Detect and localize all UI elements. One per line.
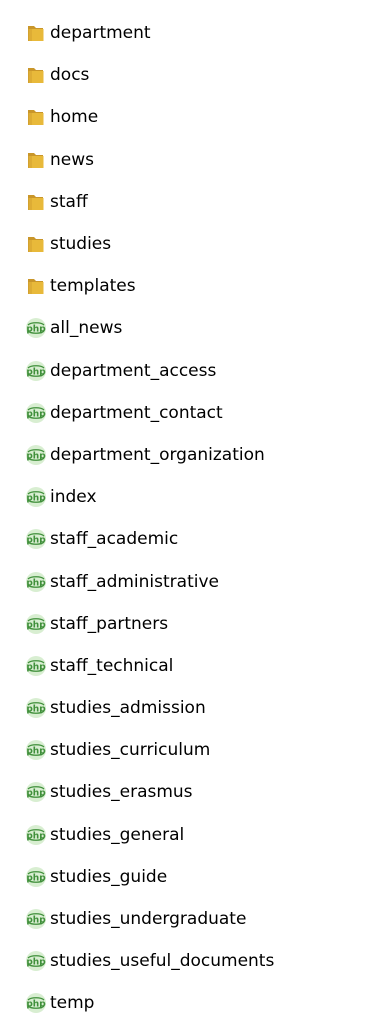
item-label: docs — [50, 65, 90, 86]
svg-text:php: php — [26, 494, 46, 504]
folder-item[interactable]: docs — [24, 54, 364, 96]
item-label: staff_partners — [50, 613, 169, 634]
php-file-icon: php — [24, 865, 48, 889]
php-file-item[interactable]: php studies_admission — [24, 687, 364, 729]
php-file-item[interactable]: php staff_partners — [24, 603, 364, 645]
item-label: staff — [50, 191, 88, 212]
svg-text:php: php — [26, 662, 46, 672]
item-label: studies_undergraduate — [50, 909, 247, 930]
svg-text:php: php — [26, 325, 46, 335]
item-label: home — [50, 107, 99, 128]
folder-item[interactable]: studies — [24, 223, 364, 265]
item-label: department_organization — [50, 444, 265, 465]
php-file-item[interactable]: php temp — [24, 982, 364, 1024]
php-file-item[interactable]: php department_contact — [24, 392, 364, 434]
svg-text:php: php — [26, 958, 46, 968]
svg-text:php: php — [26, 367, 46, 377]
php-file-item[interactable]: php studies_erasmus — [24, 771, 364, 813]
folder-icon — [24, 63, 48, 87]
php-file-item[interactable]: php all_news — [24, 307, 364, 349]
item-label: department_contact — [50, 402, 223, 423]
php-file-icon: php — [24, 485, 48, 509]
svg-text:php: php — [26, 789, 46, 799]
folder-icon — [24, 232, 48, 256]
item-label: index — [50, 487, 97, 508]
php-file-icon: php — [24, 654, 48, 678]
php-file-item[interactable]: php studies_guide — [24, 856, 364, 898]
folder-item[interactable]: department — [24, 12, 364, 54]
folder-item[interactable]: templates — [24, 265, 364, 307]
item-label: temp — [50, 993, 95, 1014]
svg-text:php: php — [26, 873, 46, 883]
svg-text:php: php — [26, 451, 46, 461]
php-file-icon: php — [24, 612, 48, 636]
php-file-item[interactable]: php staff_technical — [24, 645, 364, 687]
php-file-item[interactable]: php department_organization — [24, 434, 364, 476]
php-file-icon: php — [24, 780, 48, 804]
folder-icon — [24, 190, 48, 214]
folder-item[interactable]: staff — [24, 181, 364, 223]
php-file-item[interactable]: php index — [24, 476, 364, 518]
php-file-icon: php — [24, 570, 48, 594]
folder-icon — [24, 274, 48, 298]
svg-text:php: php — [26, 705, 46, 715]
php-file-icon: php — [24, 823, 48, 847]
svg-text:php: php — [26, 747, 46, 757]
file-list: department docs home news staff studies … — [24, 12, 364, 1025]
php-file-item[interactable]: php staff_administrative — [24, 560, 364, 602]
php-file-icon: php — [24, 738, 48, 762]
item-label: studies — [50, 234, 112, 255]
svg-text:php: php — [26, 1000, 46, 1010]
item-label: staff_administrative — [50, 571, 219, 592]
folder-icon — [24, 21, 48, 45]
item-label: all_news — [50, 318, 123, 339]
php-file-item[interactable]: php department_access — [24, 350, 364, 392]
folder-item[interactable]: news — [24, 139, 364, 181]
item-label: staff_academic — [50, 529, 179, 550]
item-label: studies_admission — [50, 698, 206, 719]
item-label: studies_curriculum — [50, 740, 211, 761]
svg-text:php: php — [26, 578, 46, 588]
item-label: studies_useful_documents — [50, 951, 275, 972]
svg-text:php: php — [26, 536, 46, 546]
php-file-icon: php — [24, 401, 48, 425]
php-file-item[interactable]: php studies_undergraduate — [24, 898, 364, 940]
item-label: templates — [50, 276, 136, 297]
item-label: department_access — [50, 360, 217, 381]
svg-text:php: php — [26, 916, 46, 926]
svg-text:php: php — [26, 831, 46, 841]
php-file-icon: php — [24, 949, 48, 973]
item-label: department — [50, 23, 151, 44]
folder-icon — [24, 148, 48, 172]
php-file-icon: php — [24, 316, 48, 340]
item-label: studies_guide — [50, 866, 168, 887]
svg-text:php: php — [26, 409, 46, 419]
svg-text:php: php — [26, 620, 46, 630]
php-file-icon: php — [24, 696, 48, 720]
php-file-item[interactable]: php studies_curriculum — [24, 729, 364, 771]
folder-icon — [24, 105, 48, 129]
item-label: studies_erasmus — [50, 782, 193, 803]
folder-item[interactable]: home — [24, 96, 364, 138]
item-label: staff_technical — [50, 655, 174, 676]
php-file-item[interactable]: php studies_useful_documents — [24, 940, 364, 982]
item-label: news — [50, 149, 94, 170]
php-file-icon: php — [24, 907, 48, 931]
php-file-item[interactable]: php staff_academic — [24, 518, 364, 560]
php-file-icon: php — [24, 527, 48, 551]
php-file-icon: php — [24, 359, 48, 383]
php-file-icon: php — [24, 443, 48, 467]
item-label: studies_general — [50, 824, 185, 845]
php-file-item[interactable]: php studies_general — [24, 814, 364, 856]
